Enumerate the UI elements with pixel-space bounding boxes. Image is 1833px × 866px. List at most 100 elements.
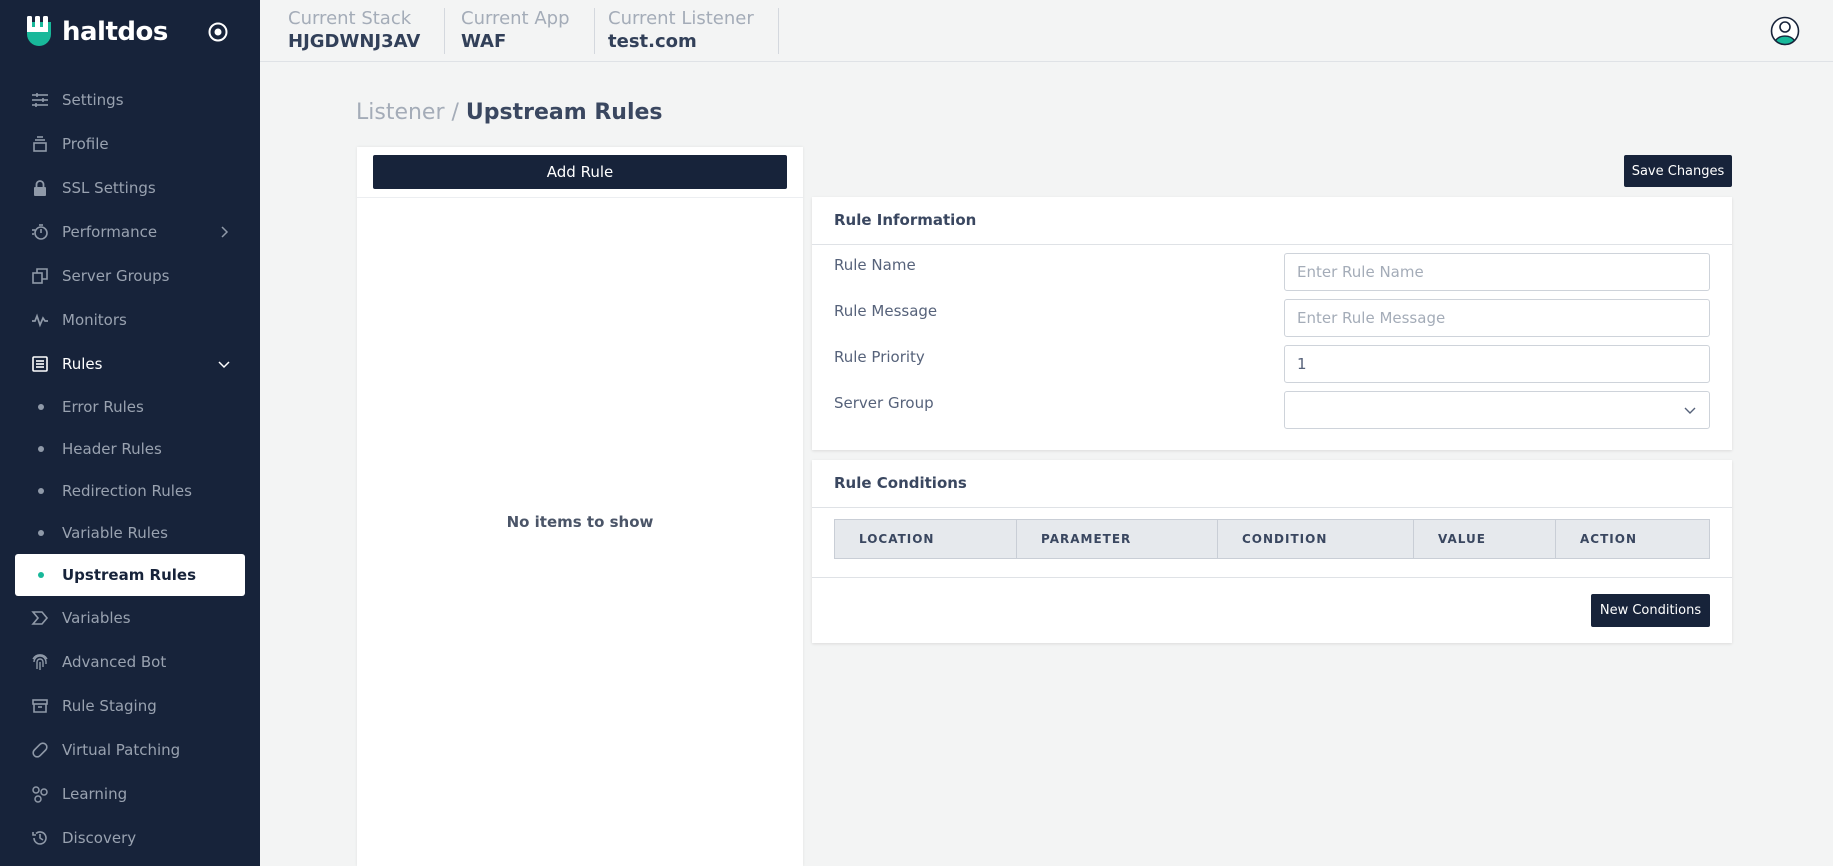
sidebar-subitem-label: Upstream Rules — [62, 566, 197, 584]
sidebar-subitem-variable-rules[interactable]: Variable Rules — [0, 512, 260, 554]
chevron-down-icon — [1684, 407, 1696, 414]
column-header-value: VALUE — [1414, 520, 1556, 558]
list-icon — [30, 354, 50, 374]
current-stack-value: HJGDWNJ3AV — [288, 31, 421, 52]
divider — [357, 197, 803, 198]
sidebar-item-profile[interactable]: Profile — [0, 122, 260, 166]
sidebar-item-label: Rule Staging — [62, 697, 157, 715]
card-title: Rule Conditions — [812, 460, 1732, 508]
rule-priority-input[interactable] — [1284, 345, 1710, 383]
card-title: Rule Information — [812, 197, 1732, 245]
layers-icon — [30, 134, 50, 154]
conditions-table-header: LOCATION PARAMETER CONDITION VALUE ACTIO… — [834, 519, 1710, 559]
sidebar: haltdos Settings Profile SSL Settings Pe… — [0, 0, 260, 866]
current-app[interactable]: Current App WAF — [461, 8, 595, 54]
current-app-value: WAF — [461, 31, 507, 52]
add-rule-button[interactable]: Add Rule — [373, 155, 787, 189]
logo[interactable]: haltdos — [24, 14, 168, 50]
network-icon — [30, 784, 50, 804]
divider — [812, 577, 1732, 578]
sidebar-item-server-groups[interactable]: Server Groups — [0, 254, 260, 298]
new-conditions-button[interactable]: New Conditions — [1591, 594, 1710, 627]
column-header-action: ACTION — [1580, 532, 1637, 546]
page-title: Upstream Rules — [465, 100, 663, 125]
rule-message-input[interactable] — [1284, 299, 1710, 337]
current-app-label: Current App — [461, 8, 570, 29]
sidebar-item-learning[interactable]: Learning — [0, 772, 260, 816]
sidebar-item-monitors[interactable]: Monitors — [0, 298, 260, 342]
bandage-icon — [30, 740, 50, 760]
sidebar-toggle-icon[interactable] — [206, 20, 230, 44]
sidebar-item-virtual-patching[interactable]: Virtual Patching — [0, 728, 260, 772]
rule-name-row: Rule Name — [812, 253, 1732, 293]
bullet-icon — [38, 572, 44, 578]
current-listener[interactable]: Current Listener test.com — [608, 8, 779, 54]
sidebar-item-performance[interactable]: Performance — [0, 210, 260, 254]
sidebar-item-discovery[interactable]: Discovery — [0, 816, 260, 860]
column-header-location: LOCATION — [835, 520, 1017, 558]
column-header-parameter: PARAMETER — [1017, 520, 1218, 558]
sidebar-subitem-label: Variable Rules — [62, 524, 168, 542]
sidebar-nav: Settings Profile SSL Settings Performanc… — [0, 78, 260, 860]
breadcrumb: Listener / Upstream Rules — [356, 100, 663, 125]
chevron-right-icon — [221, 226, 229, 238]
sidebar-subitem-error-rules[interactable]: Error Rules — [0, 386, 260, 428]
breadcrumb-parent[interactable]: Listener / — [356, 100, 459, 125]
rule-name-label: Rule Name — [834, 256, 916, 274]
sidebar-item-label: Settings — [62, 91, 124, 109]
rule-message-label: Rule Message — [834, 302, 938, 320]
sidebar-item-variables[interactable]: Variables — [0, 596, 260, 640]
current-listener-value: test.com — [608, 31, 697, 52]
sidebar-item-label: Profile — [62, 135, 109, 153]
rule-list-panel: Add Rule No items to show — [357, 147, 803, 866]
pulse-icon — [30, 310, 50, 330]
rule-name-input[interactable] — [1284, 253, 1710, 291]
chevron-down-icon — [218, 361, 230, 369]
empty-state-text: No items to show — [506, 513, 654, 531]
sidebar-item-label: Variables — [62, 609, 131, 627]
sliders-icon — [30, 90, 50, 110]
sidebar-subitem-upstream-rules[interactable]: Upstream Rules — [15, 554, 245, 596]
sidebar-item-label: Server Groups — [62, 267, 170, 285]
app-name: haltdos — [62, 17, 168, 47]
sidebar-subitem-label: Redirection Rules — [62, 482, 192, 500]
sidebar-item-label: Performance — [62, 223, 158, 241]
bullet-icon — [38, 404, 44, 410]
rule-message-row: Rule Message — [812, 299, 1732, 339]
sidebar-item-rules[interactable]: Rules — [0, 342, 260, 386]
sidebar-item-advanced-bot[interactable]: Advanced Bot — [0, 640, 260, 684]
current-stack-label: Current Stack — [288, 8, 412, 29]
sidebar-item-label: Monitors — [62, 311, 127, 329]
haltdos-logo-icon — [27, 16, 51, 46]
current-stack[interactable]: Current Stack HJGDWNJ3AV — [288, 8, 446, 54]
fingerprint-icon — [30, 652, 50, 672]
server-group-row: Server Group — [812, 391, 1732, 431]
sidebar-subitem-label: Error Rules — [62, 398, 144, 416]
sidebar-item-label: Advanced Bot — [62, 653, 167, 671]
sidebar-subitem-header-rules[interactable]: Header Rules — [0, 428, 260, 470]
server-group-select[interactable] — [1284, 391, 1710, 429]
sidebar-item-label: Learning — [62, 785, 128, 803]
sidebar-item-rule-staging[interactable]: Rule Staging — [0, 684, 260, 728]
rule-priority-label: Rule Priority — [834, 348, 925, 366]
header: Current Stack HJGDWNJ3AV Current App WAF… — [260, 0, 1833, 62]
bullet-icon — [38, 446, 44, 452]
lock-icon — [30, 178, 50, 198]
sidebar-subitem-redirection-rules[interactable]: Redirection Rules — [0, 470, 260, 512]
sidebar-item-label: SSL Settings — [62, 179, 156, 197]
sidebar-subitem-label: Header Rules — [62, 440, 162, 458]
save-changes-button[interactable]: Save Changes — [1624, 155, 1732, 187]
rule-priority-row: Rule Priority — [812, 345, 1732, 385]
bullet-icon — [38, 530, 44, 536]
column-header-condition: CONDITION — [1218, 520, 1414, 558]
server-group-label: Server Group — [834, 394, 934, 412]
speed-icon — [30, 222, 50, 242]
current-listener-label: Current Listener — [608, 8, 754, 29]
sidebar-item-label: Rules — [62, 355, 103, 373]
sidebar-item-ssl-settings[interactable]: SSL Settings — [0, 166, 260, 210]
tag-icon — [30, 608, 50, 628]
user-avatar-icon[interactable] — [1770, 16, 1800, 46]
copy-icon — [30, 266, 50, 286]
sidebar-item-settings[interactable]: Settings — [0, 78, 260, 122]
archive-icon — [30, 696, 50, 716]
